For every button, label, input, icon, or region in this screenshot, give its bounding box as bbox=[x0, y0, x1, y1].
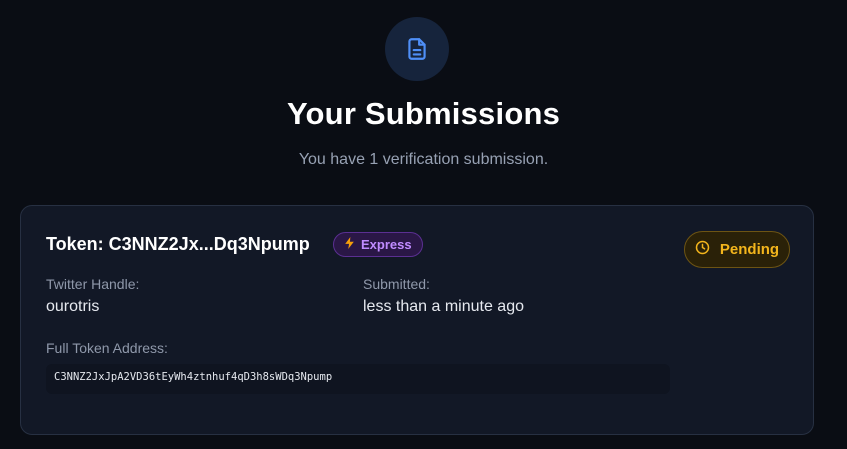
submissions-page: Your Submissions You have 1 verification… bbox=[0, 0, 847, 449]
document-icon bbox=[385, 17, 449, 81]
status-badge: Pending bbox=[684, 231, 790, 268]
express-badge-label: Express bbox=[361, 237, 412, 252]
submitted-value: less than a minute ago bbox=[363, 298, 524, 315]
token-address-label: Full Token Address: bbox=[46, 340, 168, 356]
submitted-label: Submitted: bbox=[363, 276, 430, 292]
token-address-value[interactable]: C3NNZ2JxJpA2VD36tEyWh4ztnhuf4qD3h8sWDq3N… bbox=[46, 364, 670, 394]
status-label: Pending bbox=[719, 241, 780, 258]
clock-icon bbox=[695, 240, 710, 259]
token-title: Token: C3NNZ2Jx...Dq3Npump bbox=[46, 234, 310, 254]
submission-card: Token: C3NNZ2Jx...Dq3Npump Express Pendi… bbox=[20, 205, 814, 435]
page-subtitle: You have 1 verification submission. bbox=[298, 151, 549, 168]
twitter-handle-value: ourotris bbox=[46, 298, 100, 315]
twitter-handle-label: Twitter Handle: bbox=[46, 276, 140, 292]
lightning-icon bbox=[344, 237, 355, 252]
page-title: Your Submissions bbox=[286, 96, 561, 131]
express-badge: Express bbox=[333, 232, 423, 257]
